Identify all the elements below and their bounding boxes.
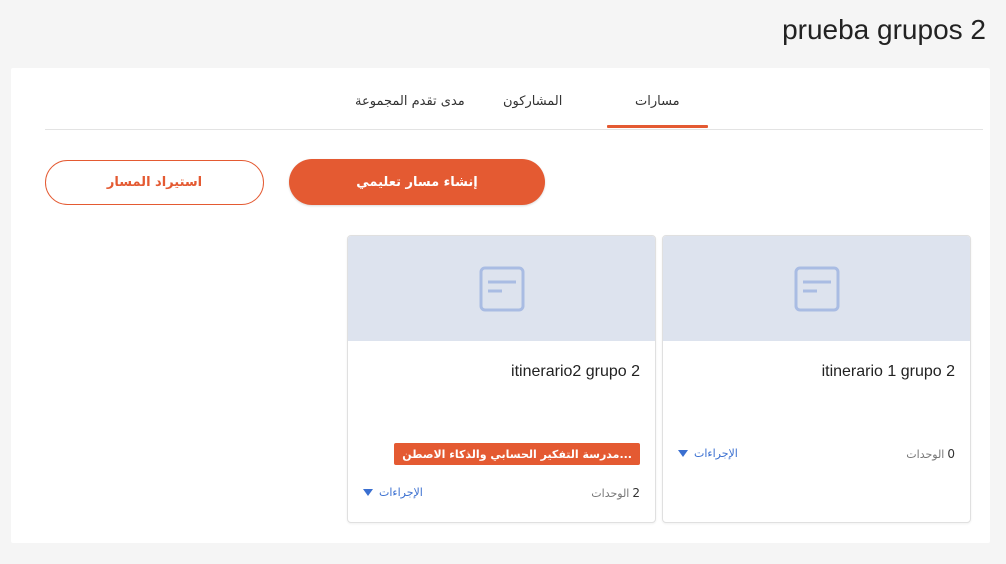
tab-paths[interactable]: مسارات <box>607 94 708 128</box>
school-badge: مدرسة التفكير الحسابي والذكاء الاصطن... <box>394 443 640 465</box>
actions-label: الإجراءات <box>694 447 738 460</box>
card-thumbnail <box>348 236 655 341</box>
units-count: الوحدات 2 <box>591 486 640 500</box>
path-card[interactable]: itinerario 1 grupo 2 الوحدات 0 الإجراءات <box>662 235 971 523</box>
units-count: الوحدات 0 <box>906 447 955 461</box>
main-panel: مسارات المشاركون مدى تقدم المجموعة إنشاء… <box>11 68 990 543</box>
caret-down-icon <box>678 450 688 457</box>
actions-dropdown[interactable]: الإجراءات <box>363 486 423 499</box>
document-icon <box>794 266 839 311</box>
create-path-button[interactable]: إنشاء مسار تعليمي <box>289 159 545 205</box>
card-title[interactable]: itinerario 1 grupo 2 <box>822 363 955 381</box>
import-path-button[interactable]: استيراد المسار <box>45 160 264 205</box>
tab-bar: مسارات المشاركون مدى تقدم المجموعة <box>45 86 983 130</box>
units-number: 2 <box>632 486 640 500</box>
card-title[interactable]: itinerario2 grupo 2 <box>511 363 640 381</box>
actions-dropdown[interactable]: الإجراءات <box>678 447 738 460</box>
units-number: 0 <box>947 447 955 461</box>
units-label: الوحدات <box>906 447 945 461</box>
tab-participants[interactable]: المشاركون <box>503 94 562 109</box>
document-icon <box>479 266 524 311</box>
tab-group-progress[interactable]: مدى تقدم المجموعة <box>355 94 465 109</box>
path-card[interactable]: itinerario2 grupo 2 مدرسة التفكير الحساب… <box>347 235 656 523</box>
actions-label: الإجراءات <box>379 486 423 499</box>
caret-down-icon <box>363 489 373 496</box>
units-label: الوحدات <box>591 486 630 500</box>
card-thumbnail <box>663 236 970 341</box>
page-title: prueba grupos 2 <box>782 14 986 45</box>
